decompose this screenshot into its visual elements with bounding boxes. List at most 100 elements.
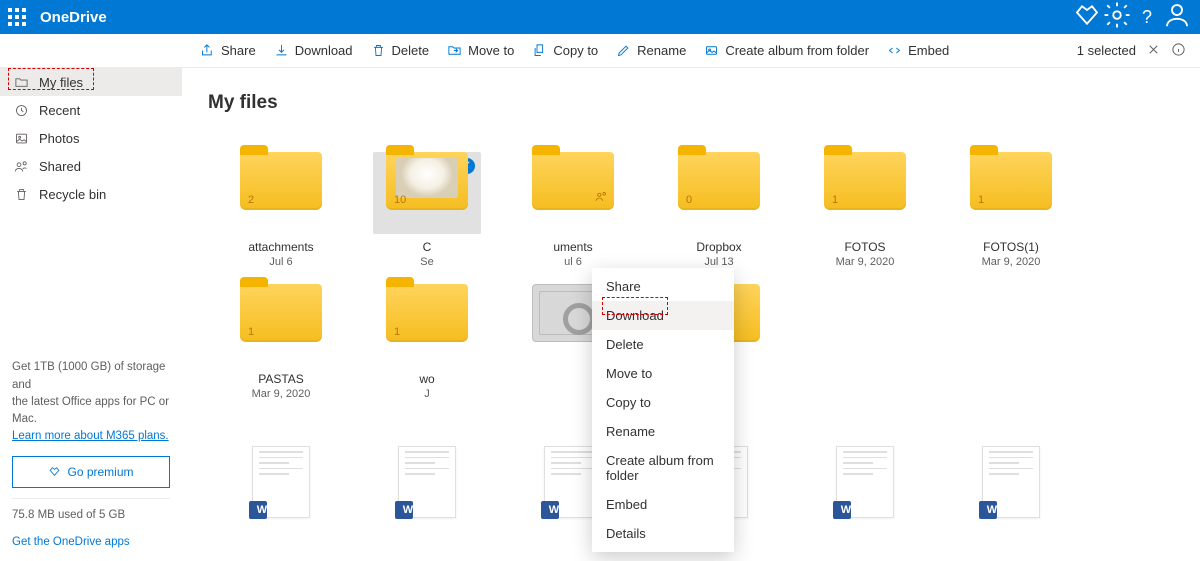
folder-icon: 2 [240, 152, 322, 210]
folder-count: 2 [248, 194, 254, 206]
settings-icon[interactable] [1102, 0, 1132, 35]
file-tile[interactable] [208, 446, 354, 561]
delete-button[interactable]: Delete [371, 43, 430, 58]
share-label: Share [221, 43, 256, 58]
download-button[interactable]: Download [274, 43, 353, 58]
go-premium-button[interactable]: Go premium [12, 456, 170, 488]
context-menu-item[interactable]: Create album from folder [592, 446, 734, 490]
folder-tile[interactable]: 1 PASTAS Mar 9, 2020 [208, 274, 354, 406]
word-doc-icon [982, 446, 1040, 518]
folder-tile[interactable]: 0 Dropbox Jul 13 [646, 142, 792, 274]
folder-name: PASTAS [208, 372, 354, 386]
folder-icon: 10 [386, 152, 468, 210]
folder-tile[interactable]: 2 attachments Jul 6 [208, 142, 354, 274]
get-apps-link[interactable]: Get the OneDrive apps [12, 536, 130, 548]
page-title: My files [208, 92, 1200, 114]
move-to-label: Move to [468, 43, 514, 58]
word-doc-icon [836, 446, 894, 518]
folder-icon: 1 [386, 284, 468, 342]
shared-icon [595, 190, 608, 206]
folder-date: Mar 9, 2020 [208, 388, 354, 400]
content-area: My files 2 attachments Jul 6 10 C Se [182, 68, 1200, 561]
move-to-button[interactable]: Move to [447, 43, 514, 58]
folder-tile[interactable]: 1 wo J [354, 274, 500, 406]
account-icon[interactable] [1162, 0, 1192, 35]
context-menu-item[interactable]: Copy to [592, 388, 734, 417]
create-album-button[interactable]: Create album from folder [704, 43, 869, 58]
context-menu-item[interactable]: Share [592, 272, 734, 301]
copy-to-button[interactable]: Copy to [532, 43, 598, 58]
help-icon[interactable]: ? [1132, 7, 1162, 28]
folder-icon: 1 [970, 152, 1052, 210]
sidebar-item-photos[interactable]: Photos [0, 124, 182, 152]
word-app-icon [395, 501, 413, 519]
word-app-icon [833, 501, 851, 519]
command-bar: Share Download Delete Move to Copy to Re… [0, 34, 1200, 68]
sidebar-item-recycle-bin[interactable]: Recycle bin [0, 180, 182, 208]
folder-name: uments [500, 240, 646, 254]
folder-date: Mar 9, 2020 [792, 256, 938, 268]
info-icon[interactable] [1171, 42, 1186, 60]
folder-date: Se [354, 256, 500, 268]
folder-count: 1 [394, 326, 400, 338]
sidebar-item-label: Shared [39, 159, 81, 174]
folder-name: C [354, 240, 500, 254]
sidebar: My files Recent Photos Shared Recycle bi… [0, 68, 182, 561]
folder-count: 1 [978, 194, 984, 206]
word-app-icon [979, 501, 997, 519]
rename-button[interactable]: Rename [616, 43, 686, 58]
sidebar-item-recent[interactable]: Recent [0, 96, 182, 124]
folder-date: Mar 9, 2020 [938, 256, 1084, 268]
folder-count: 10 [394, 194, 406, 206]
promo-line: the latest Office apps for PC or Mac. [12, 394, 170, 429]
embed-button[interactable]: Embed [887, 43, 949, 58]
word-app-icon [249, 501, 267, 519]
brand-label[interactable]: OneDrive [40, 9, 107, 26]
folder-tile[interactable]: 10 C Se [354, 142, 500, 274]
context-menu: ShareDownloadDeleteMove toCopy toRenameC… [592, 268, 734, 552]
promo-learn-more-link[interactable]: Learn more about M365 plans. [12, 430, 169, 442]
file-tile[interactable] [792, 446, 938, 561]
premium-icon[interactable] [1072, 0, 1102, 35]
clear-selection-icon[interactable] [1146, 42, 1161, 60]
copy-to-label: Copy to [553, 43, 598, 58]
folder-date: Jul 13 [646, 256, 792, 268]
folder-tile[interactable]: uments ul 6 [500, 142, 646, 274]
folder-date: Jul 6 [208, 256, 354, 268]
folder-count: 1 [832, 194, 838, 206]
download-label: Download [295, 43, 353, 58]
context-menu-item[interactable]: Move to [592, 359, 734, 388]
selected-count: 1 selected [1077, 43, 1136, 58]
rename-label: Rename [637, 43, 686, 58]
folder-name: attachments [208, 240, 354, 254]
sidebar-item-shared[interactable]: Shared [0, 152, 182, 180]
context-menu-item[interactable]: Embed [592, 490, 734, 519]
folder-icon: 0 [678, 152, 760, 210]
file-tile[interactable] [938, 446, 1084, 561]
folder-icon: 1 [824, 152, 906, 210]
folder-icon [532, 152, 614, 210]
folder-tile[interactable]: 1 FOTOS Mar 9, 2020 [792, 142, 938, 274]
app-launcher-icon[interactable] [8, 8, 26, 26]
context-menu-item[interactable]: Download [592, 301, 734, 330]
folder-count: 0 [686, 194, 692, 206]
app-header: OneDrive ? [0, 0, 1200, 34]
go-premium-label: Go premium [67, 463, 133, 481]
folder-name: wo [354, 372, 500, 386]
file-tile[interactable] [354, 446, 500, 561]
folder-icon: 1 [240, 284, 322, 342]
folder-tile[interactable]: 1 FOTOS(1) Mar 9, 2020 [938, 142, 1084, 274]
highlight-my-files [8, 68, 94, 90]
folder-date: J [354, 388, 500, 400]
context-menu-item[interactable]: Details [592, 519, 734, 548]
word-doc-icon [398, 446, 456, 518]
context-menu-item[interactable]: Delete [592, 330, 734, 359]
promo-line: Get 1TB (1000 GB) of storage and [12, 359, 170, 394]
folder-name: FOTOS(1) [938, 240, 1084, 254]
context-menu-item[interactable]: Rename [592, 417, 734, 446]
create-album-label: Create album from folder [725, 43, 869, 58]
share-button[interactable]: Share [200, 43, 256, 58]
sidebar-footer: Get 1TB (1000 GB) of storage and the lat… [0, 349, 182, 561]
word-app-icon [541, 501, 559, 519]
folder-grid: 2 attachments Jul 6 10 C Se uments [208, 142, 1200, 274]
